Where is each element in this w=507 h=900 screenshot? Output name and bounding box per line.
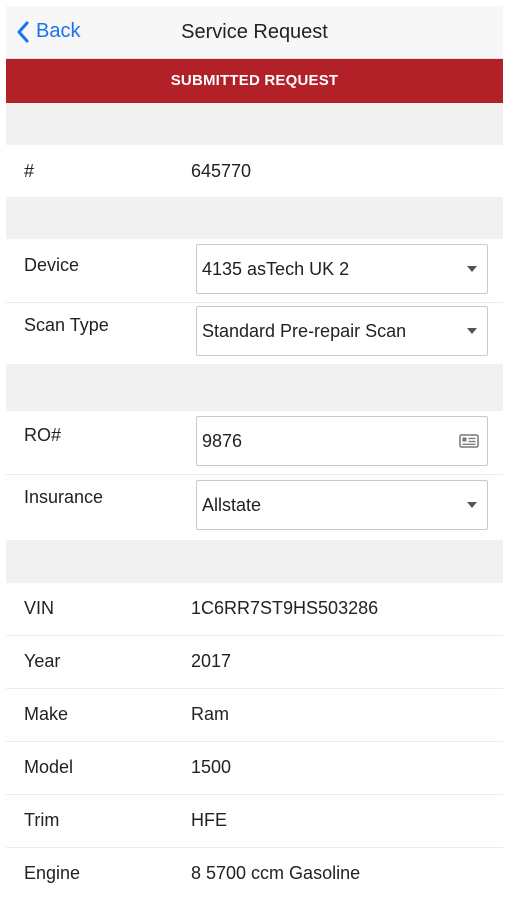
vin-row: VIN 1C6RR7ST9HS503286 <box>6 583 503 636</box>
section-spacer <box>6 103 503 145</box>
device-label: Device <box>24 255 80 275</box>
status-banner: SUBMITTED REQUEST <box>6 59 503 103</box>
scan-type-select[interactable]: Standard Pre-repair Scan <box>196 306 488 356</box>
make-value: Ram <box>191 704 230 724</box>
card-icon[interactable] <box>459 434 479 448</box>
engine-value: 8 5700 ccm Gasoline <box>191 863 361 883</box>
vin-label: VIN <box>24 598 55 618</box>
model-row: Model 1500 <box>6 742 503 795</box>
section-spacer <box>6 197 503 239</box>
insurance-select[interactable]: Allstate <box>196 480 488 530</box>
ro-input[interactable]: 9876 <box>196 416 488 466</box>
caret-down-icon <box>467 328 477 334</box>
scan-type-label: Scan Type <box>24 315 109 335</box>
nav-bar: Back Service Request <box>6 6 503 59</box>
year-row: Year 2017 <box>6 636 503 689</box>
scan-type-row: Scan Type Standard Pre-repair Scan <box>6 303 503 364</box>
request-number-row: # 645770 <box>6 145 503 197</box>
service-request-screen: Back Service Request SUBMITTED REQUEST #… <box>6 6 503 888</box>
caret-down-icon <box>467 266 477 272</box>
year-value: 2017 <box>191 651 232 671</box>
trim-label: Trim <box>24 810 60 830</box>
device-select[interactable]: 4135 asTech UK 2 <box>196 244 488 294</box>
insurance-select-value: Allstate <box>202 494 262 515</box>
vin-value: 1C6RR7ST9HS503286 <box>191 598 379 618</box>
scan-type-select-value: Standard Pre-repair Scan <box>202 320 407 341</box>
trim-row: Trim HFE <box>6 795 503 848</box>
year-label: Year <box>24 651 61 671</box>
engine-row: Engine 8 5700 ccm Gasoline <box>6 848 503 900</box>
insurance-label: Insurance <box>24 487 104 507</box>
caret-down-icon <box>467 502 477 508</box>
make-row: Make Ram <box>6 689 503 742</box>
ro-input-value: 9876 <box>202 430 243 451</box>
section-spacer <box>6 364 503 411</box>
device-row: Device 4135 asTech UK 2 <box>6 239 503 303</box>
model-label: Model <box>24 757 74 777</box>
request-number-value: 645770 <box>191 160 252 181</box>
ro-label: RO# <box>24 425 62 445</box>
request-number-label: # <box>24 160 35 181</box>
model-value: 1500 <box>191 757 232 777</box>
vehicle-info-list: VIN 1C6RR7ST9HS503286 Year 2017 Make Ram… <box>6 583 503 900</box>
section-spacer <box>6 540 503 583</box>
device-select-value: 4135 asTech UK 2 <box>202 258 350 279</box>
page-title: Service Request <box>181 21 328 43</box>
make-label: Make <box>24 704 69 724</box>
engine-label: Engine <box>24 863 81 883</box>
ro-row: RO# 9876 <box>6 411 503 475</box>
trim-value: HFE <box>191 810 227 830</box>
insurance-row: Insurance Allstate <box>6 475 503 540</box>
